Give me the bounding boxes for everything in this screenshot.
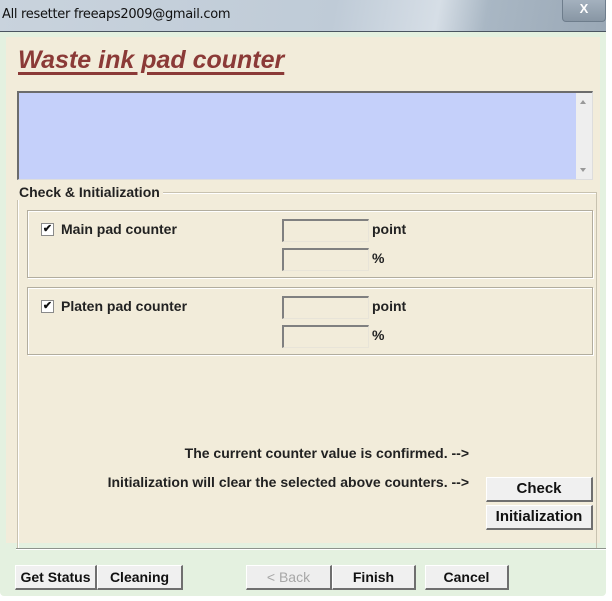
log-textarea[interactable] xyxy=(17,91,593,180)
check-hint-text: The current counter value is confirmed. … xyxy=(184,445,469,461)
finish-button[interactable]: Finish xyxy=(332,565,416,590)
title-bar: All resetter freeaps2009@gmail.com X xyxy=(0,0,606,32)
main-pad-percent-field[interactable] xyxy=(282,248,369,271)
checkmark-icon: ✔ xyxy=(42,223,53,235)
footer-divider xyxy=(16,548,606,549)
log-scrollbar[interactable] xyxy=(576,93,592,179)
check-button[interactable]: Check xyxy=(486,477,593,502)
initialization-button[interactable]: Initialization xyxy=(486,505,593,530)
get-status-button[interactable]: Get Status xyxy=(15,565,97,590)
cleaning-button[interactable]: Cleaning xyxy=(97,565,183,590)
init-hint-text: Initialization will clear the selected a… xyxy=(107,474,469,490)
platen-pad-point-unit: point xyxy=(372,298,407,314)
platen-pad-label: Platen pad counter xyxy=(61,298,188,314)
platen-pad-percent-unit: % xyxy=(372,327,385,343)
scroll-down-arrow-icon[interactable] xyxy=(580,168,586,172)
group-label: Check & Initialization xyxy=(16,184,163,200)
main-pad-point-unit: point xyxy=(372,221,407,237)
cancel-button[interactable]: Cancel xyxy=(425,565,509,590)
platen-pad-point-field[interactable] xyxy=(282,296,369,319)
window-title: All resetter freeaps2009@gmail.com xyxy=(2,7,231,22)
content-layer: Waste ink pad counter Check & Initializa… xyxy=(6,37,600,548)
platen-pad-checkbox[interactable]: ✔ xyxy=(41,300,54,313)
main-pad-checkbox[interactable]: ✔ xyxy=(41,223,54,236)
platen-pad-counter-panel: ✔ Platen pad counter point % xyxy=(27,287,593,355)
back-button[interactable]: < Back xyxy=(246,565,332,590)
main-pad-percent-unit: % xyxy=(372,250,385,266)
page-title: Waste ink pad counter xyxy=(18,46,285,74)
close-button[interactable]: X xyxy=(562,0,606,22)
main-pad-label: Main pad counter xyxy=(61,221,177,237)
main-pad-point-field[interactable] xyxy=(282,219,369,242)
scroll-up-arrow-icon[interactable] xyxy=(580,100,586,104)
close-icon: X xyxy=(579,1,589,16)
main-pad-counter-panel: ✔ Main pad counter point % xyxy=(27,210,593,278)
checkmark-icon: ✔ xyxy=(42,300,53,312)
platen-pad-percent-field[interactable] xyxy=(282,325,369,348)
